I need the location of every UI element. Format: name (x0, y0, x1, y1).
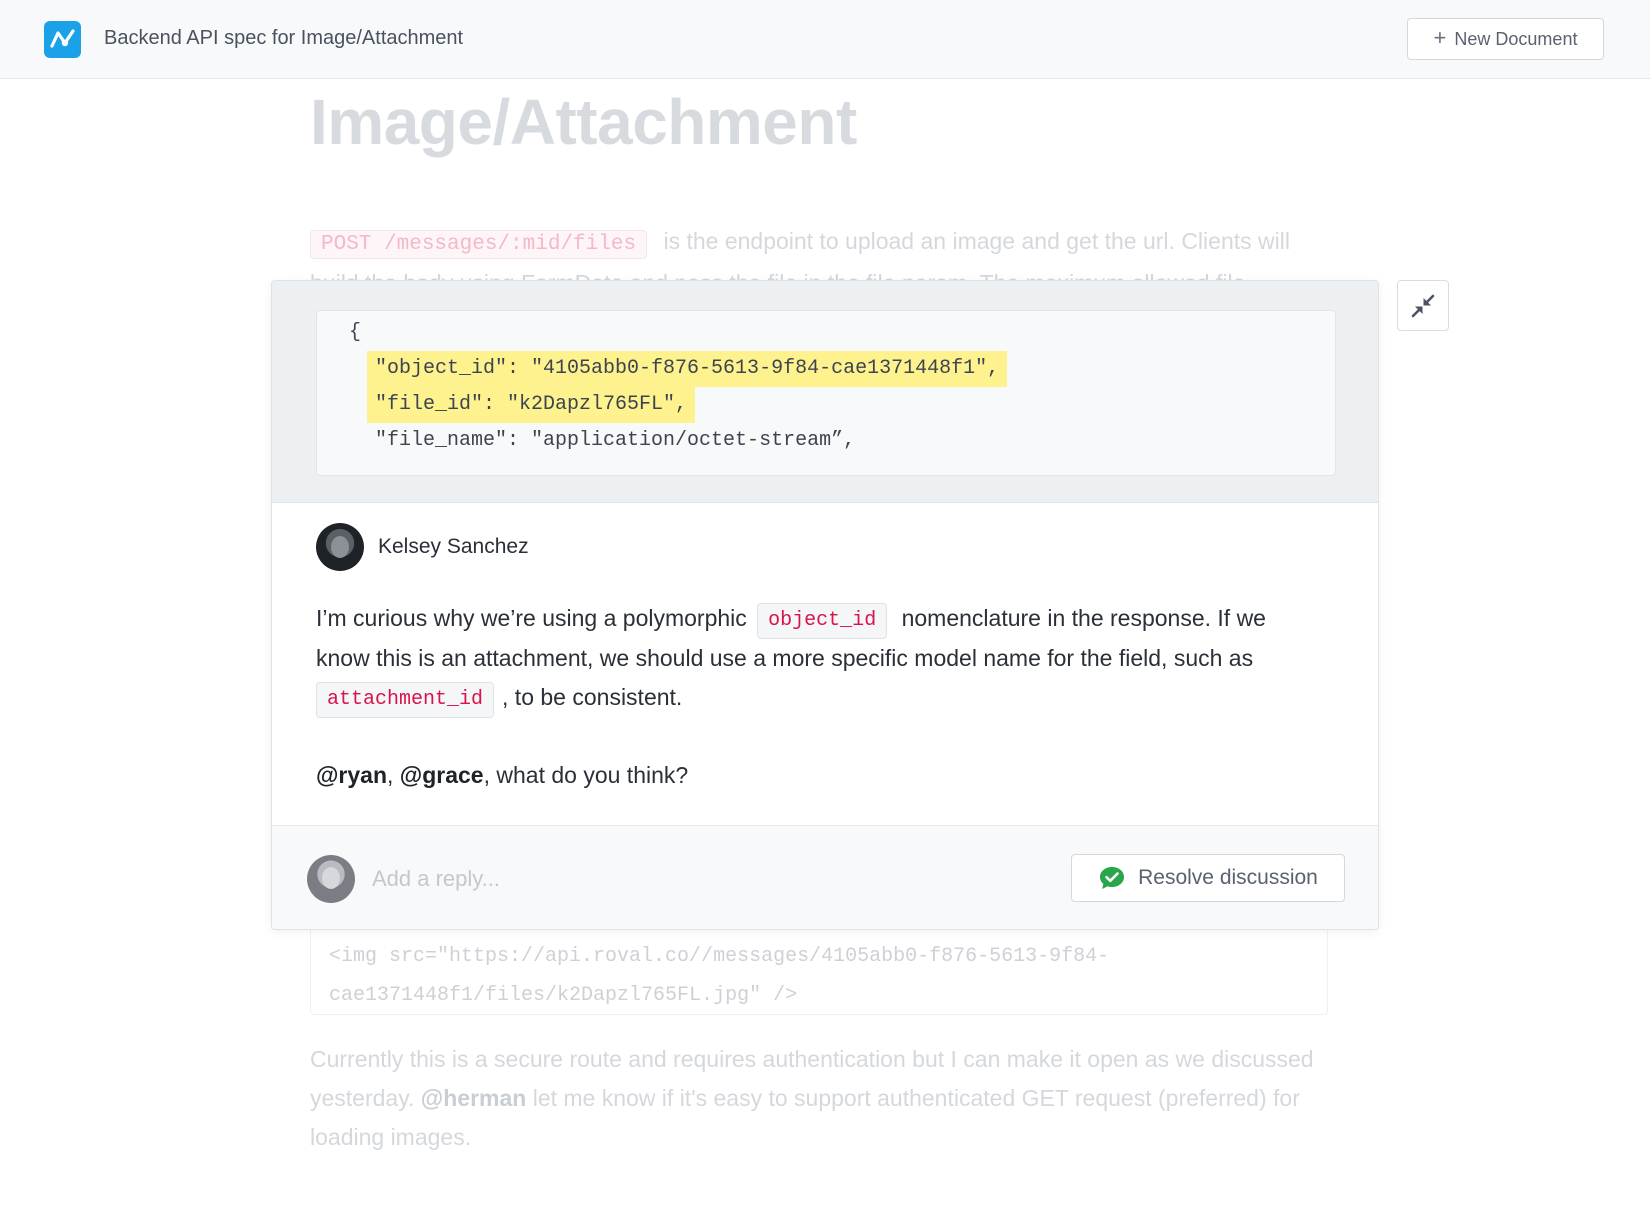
mention-herman[interactable]: @herman (421, 1085, 527, 1111)
check-bubble-icon (1100, 867, 1125, 889)
avatar (307, 855, 355, 903)
reply-bar: Resolve discussion (272, 825, 1378, 929)
resolve-discussion-label: Resolve discussion (1138, 866, 1318, 889)
code-line: "file_name": "application/octet-stream”, (375, 429, 856, 452)
mention-grace[interactable]: @grace (400, 762, 484, 788)
code-line-brace: { (349, 321, 362, 344)
collapse-arrows-icon (1411, 294, 1435, 317)
comment-author: Kelsey Sanchez (316, 523, 529, 571)
document-title: Backend API spec for Image/Attachment (104, 27, 464, 49)
code-block: { "object_id": "4105abb0-f876-5613-9f84-… (316, 310, 1336, 476)
new-document-label: New Document (1454, 28, 1578, 49)
inline-code-attachment-id: attachment_id (316, 682, 495, 718)
mention-separator: , (387, 762, 400, 788)
collapse-button[interactable] (1397, 280, 1449, 331)
comment-text-part: I’m curious why we’re using a polymorphi… (316, 605, 754, 631)
comment-mentions: @ryan, @grace, what do you think? (316, 756, 688, 795)
img-code-line: <img src="https://api.roval.co//messages… (329, 945, 1110, 968)
avatar[interactable] (316, 523, 364, 571)
author-name[interactable]: Kelsey Sanchez (378, 535, 529, 559)
chart-line-icon[interactable] (44, 21, 81, 58)
inline-code-object-id: object_id (757, 603, 888, 639)
img-code-block: <img src="https://api.roval.co//messages… (310, 922, 1328, 1015)
mention-tail-text: , what do you think? (483, 762, 689, 788)
top-bar: Backend API spec for Image/Attachment + … (0, 0, 1650, 79)
outro-paragraph: Currently this is a secure route and req… (310, 1040, 1330, 1157)
mention-ryan[interactable]: @ryan (316, 762, 387, 788)
code-line-highlighted: "object_id": "4105abb0-f876-5613-9f84-ca… (367, 351, 1008, 387)
resolve-discussion-button[interactable]: Resolve discussion (1071, 854, 1345, 902)
comment-text-part: , to be consistent. (502, 684, 683, 710)
endpoint-code: POST /messages/:mid/files (310, 230, 648, 259)
reply-input[interactable] (372, 859, 992, 899)
img-code-line: cae1371448f1/files/k2Dapzl765FL.jpg" /> (329, 984, 798, 1007)
plus-icon: + (1433, 25, 1447, 50)
quoted-code-snippet: { "object_id": "4105abb0-f876-5613-9f84-… (272, 281, 1378, 503)
discussion-card: { "object_id": "4105abb0-f876-5613-9f84-… (271, 280, 1379, 930)
new-document-button[interactable]: + New Document (1407, 18, 1604, 60)
code-line-highlighted: "file_id": "k2Dapzl765FL", (367, 387, 696, 423)
intro-paragraph: POST /messages/:mid/files is the endpoin… (310, 222, 1330, 282)
comment-text: I’m curious why we’re using a polymorphi… (316, 599, 1326, 718)
page-heading: Image/Attachment (310, 86, 857, 158)
